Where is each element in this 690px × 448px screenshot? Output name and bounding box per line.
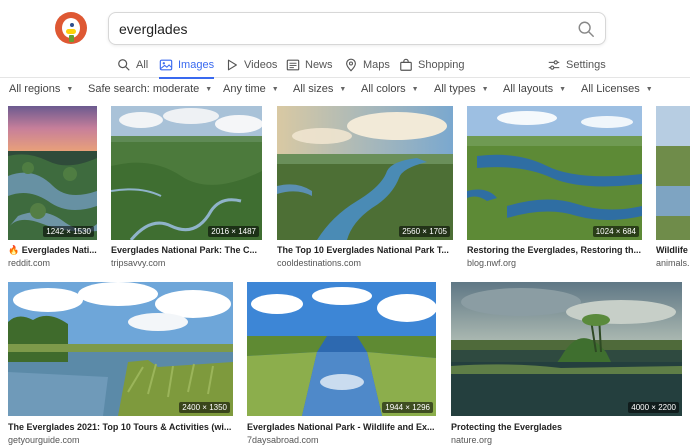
header: everglades All Images Videos News Maps S… [0, 0, 690, 79]
result-image[interactable]: 1944 × 1296 [247, 282, 436, 416]
shopping-bag-icon [400, 58, 412, 71]
result-domain[interactable]: getyourguide.com [8, 435, 233, 445]
caret-down-icon: ▼ [559, 85, 567, 93]
result-title[interactable]: The Top 10 Everglades National Park T... [277, 245, 453, 255]
tab-images[interactable]: Images [159, 52, 215, 79]
image-dimensions: 2016 × 1487 [208, 226, 259, 237]
filter-label: All regions [9, 83, 61, 95]
result-domain[interactable]: blog.nwf.org [467, 258, 642, 268]
image-result[interactable]: 2016 × 1487 Everglades National Park: Th… [111, 106, 262, 268]
tab-label: News [305, 59, 333, 71]
result-domain[interactable]: cooldestinations.com [277, 258, 453, 268]
tab-label: Shopping [418, 59, 465, 71]
result-domain[interactable]: reddit.com [8, 258, 97, 268]
caret-down-icon: ▼ [271, 85, 279, 93]
filter-bar: All regions ▼ Safe search: moderate ▼ Any … [0, 78, 690, 102]
filter-time[interactable]: Any time ▼ [223, 83, 279, 95]
image-result[interactable]: Wildlife animals... [656, 106, 690, 268]
filter-license[interactable]: All Licenses ▼ [581, 83, 653, 95]
fire-icon: 🔥 [8, 245, 20, 255]
result-domain[interactable]: 7daysabroad.com [247, 435, 436, 445]
filter-color[interactable]: All colors ▼ [361, 83, 419, 95]
tab-label: Videos [244, 59, 278, 71]
newspaper-icon [286, 59, 300, 71]
caret-down-icon: ▼ [411, 85, 419, 93]
search-icon [118, 59, 130, 71]
image-dimensions: 1024 × 684 [592, 226, 639, 237]
settings-sliders-icon [548, 60, 560, 70]
result-domain[interactable]: tripsavvy.com [111, 258, 262, 268]
image-icon [159, 59, 173, 71]
result-title-text: Everglades Nati... [21, 245, 97, 255]
result-image[interactable]: 2016 × 1487 [111, 106, 262, 240]
caret-down-icon: ▼ [205, 85, 213, 93]
filter-label: All types [434, 83, 476, 95]
tab-maps[interactable]: Maps [344, 52, 390, 78]
filter-safe-search[interactable]: Safe search: moderate ▼ [88, 83, 212, 95]
result-image[interactable]: 2400 × 1350 [8, 282, 233, 416]
caret-down-icon: ▼ [645, 85, 653, 93]
vertical-tabs: All Images Videos News Maps Shopping Set… [0, 52, 690, 79]
result-image[interactable] [656, 106, 690, 240]
result-image[interactable]: 4000 × 2200 [451, 282, 682, 416]
image-dimensions: 4000 × 2200 [628, 402, 679, 413]
filter-label: Any time [223, 83, 266, 95]
tab-label: All [136, 59, 149, 71]
image-result[interactable]: 1944 × 1296 Everglades National Park - W… [247, 282, 437, 448]
filter-label: All sizes [293, 83, 334, 95]
image-dimensions: 1242 × 1530 [43, 226, 94, 237]
search-icon[interactable] [577, 20, 595, 38]
caret-down-icon: ▼ [481, 85, 489, 93]
tab-videos[interactable]: Videos [225, 52, 277, 78]
image-result[interactable]: 4000 × 2200 Protecting the Everglades na… [451, 282, 683, 448]
result-title[interactable]: Wildlife [656, 245, 690, 255]
map-pin-icon [346, 58, 356, 72]
duckduckgo-logo[interactable] [55, 12, 87, 44]
tab-news[interactable]: News [286, 52, 333, 78]
caret-down-icon: ▼ [339, 85, 347, 93]
filter-layout[interactable]: All layouts ▼ [503, 83, 566, 95]
image-dimensions: 2560 × 1705 [399, 226, 450, 237]
tab-label: Settings [566, 59, 606, 71]
result-image[interactable]: 1242 × 1530 [8, 106, 97, 240]
result-title[interactable]: Everglades National Park: The C... [111, 245, 262, 255]
filter-label: All colors [361, 83, 406, 95]
result-title[interactable]: The Everglades 2021: Top 10 Tours & Acti… [8, 422, 233, 432]
image-result[interactable]: 2560 × 1705 The Top 10 Everglades Nation… [277, 106, 454, 268]
result-title[interactable]: Everglades National Park - Wildlife and … [247, 422, 436, 432]
caret-down-icon: ▼ [66, 85, 74, 93]
tab-label: Maps [363, 59, 390, 71]
tab-all[interactable]: All [117, 52, 148, 78]
result-domain[interactable]: animals... [656, 258, 690, 268]
result-title[interactable]: Protecting the Everglades [451, 422, 682, 432]
filter-label: All Licenses [581, 83, 640, 95]
tab-settings[interactable]: Settings [547, 52, 606, 78]
image-result[interactable]: 2400 × 1350 The Everglades 2021: Top 10 … [8, 282, 234, 448]
filter-label: Safe search: moderate [88, 83, 200, 95]
filter-type[interactable]: All types ▼ [434, 83, 489, 95]
filter-label: All layouts [503, 83, 554, 95]
tab-label: Images [178, 59, 215, 71]
play-icon [227, 59, 237, 71]
image-dimensions: 1944 × 1296 [382, 402, 433, 413]
image-dimensions: 2400 × 1350 [179, 402, 230, 413]
search-input[interactable]: everglades [119, 21, 188, 37]
search-box[interactable]: everglades [108, 12, 606, 45]
result-domain[interactable]: nature.org [451, 435, 682, 445]
result-title[interactable]: 🔥 Everglades Nati... [8, 245, 97, 256]
filter-size[interactable]: All sizes ▼ [293, 83, 346, 95]
image-result[interactable]: 1242 × 1530 🔥 Everglades Nati... reddit.… [8, 106, 98, 268]
filter-region[interactable]: All regions ▼ [9, 83, 73, 95]
result-title[interactable]: Restoring the Everglades, Restoring th..… [467, 245, 642, 255]
result-image[interactable]: 2560 × 1705 [277, 106, 453, 240]
tab-shopping[interactable]: Shopping [399, 52, 465, 78]
result-image[interactable]: 1024 × 684 [467, 106, 642, 240]
image-result[interactable]: 1024 × 684 Restoring the Everglades, Res… [467, 106, 643, 268]
